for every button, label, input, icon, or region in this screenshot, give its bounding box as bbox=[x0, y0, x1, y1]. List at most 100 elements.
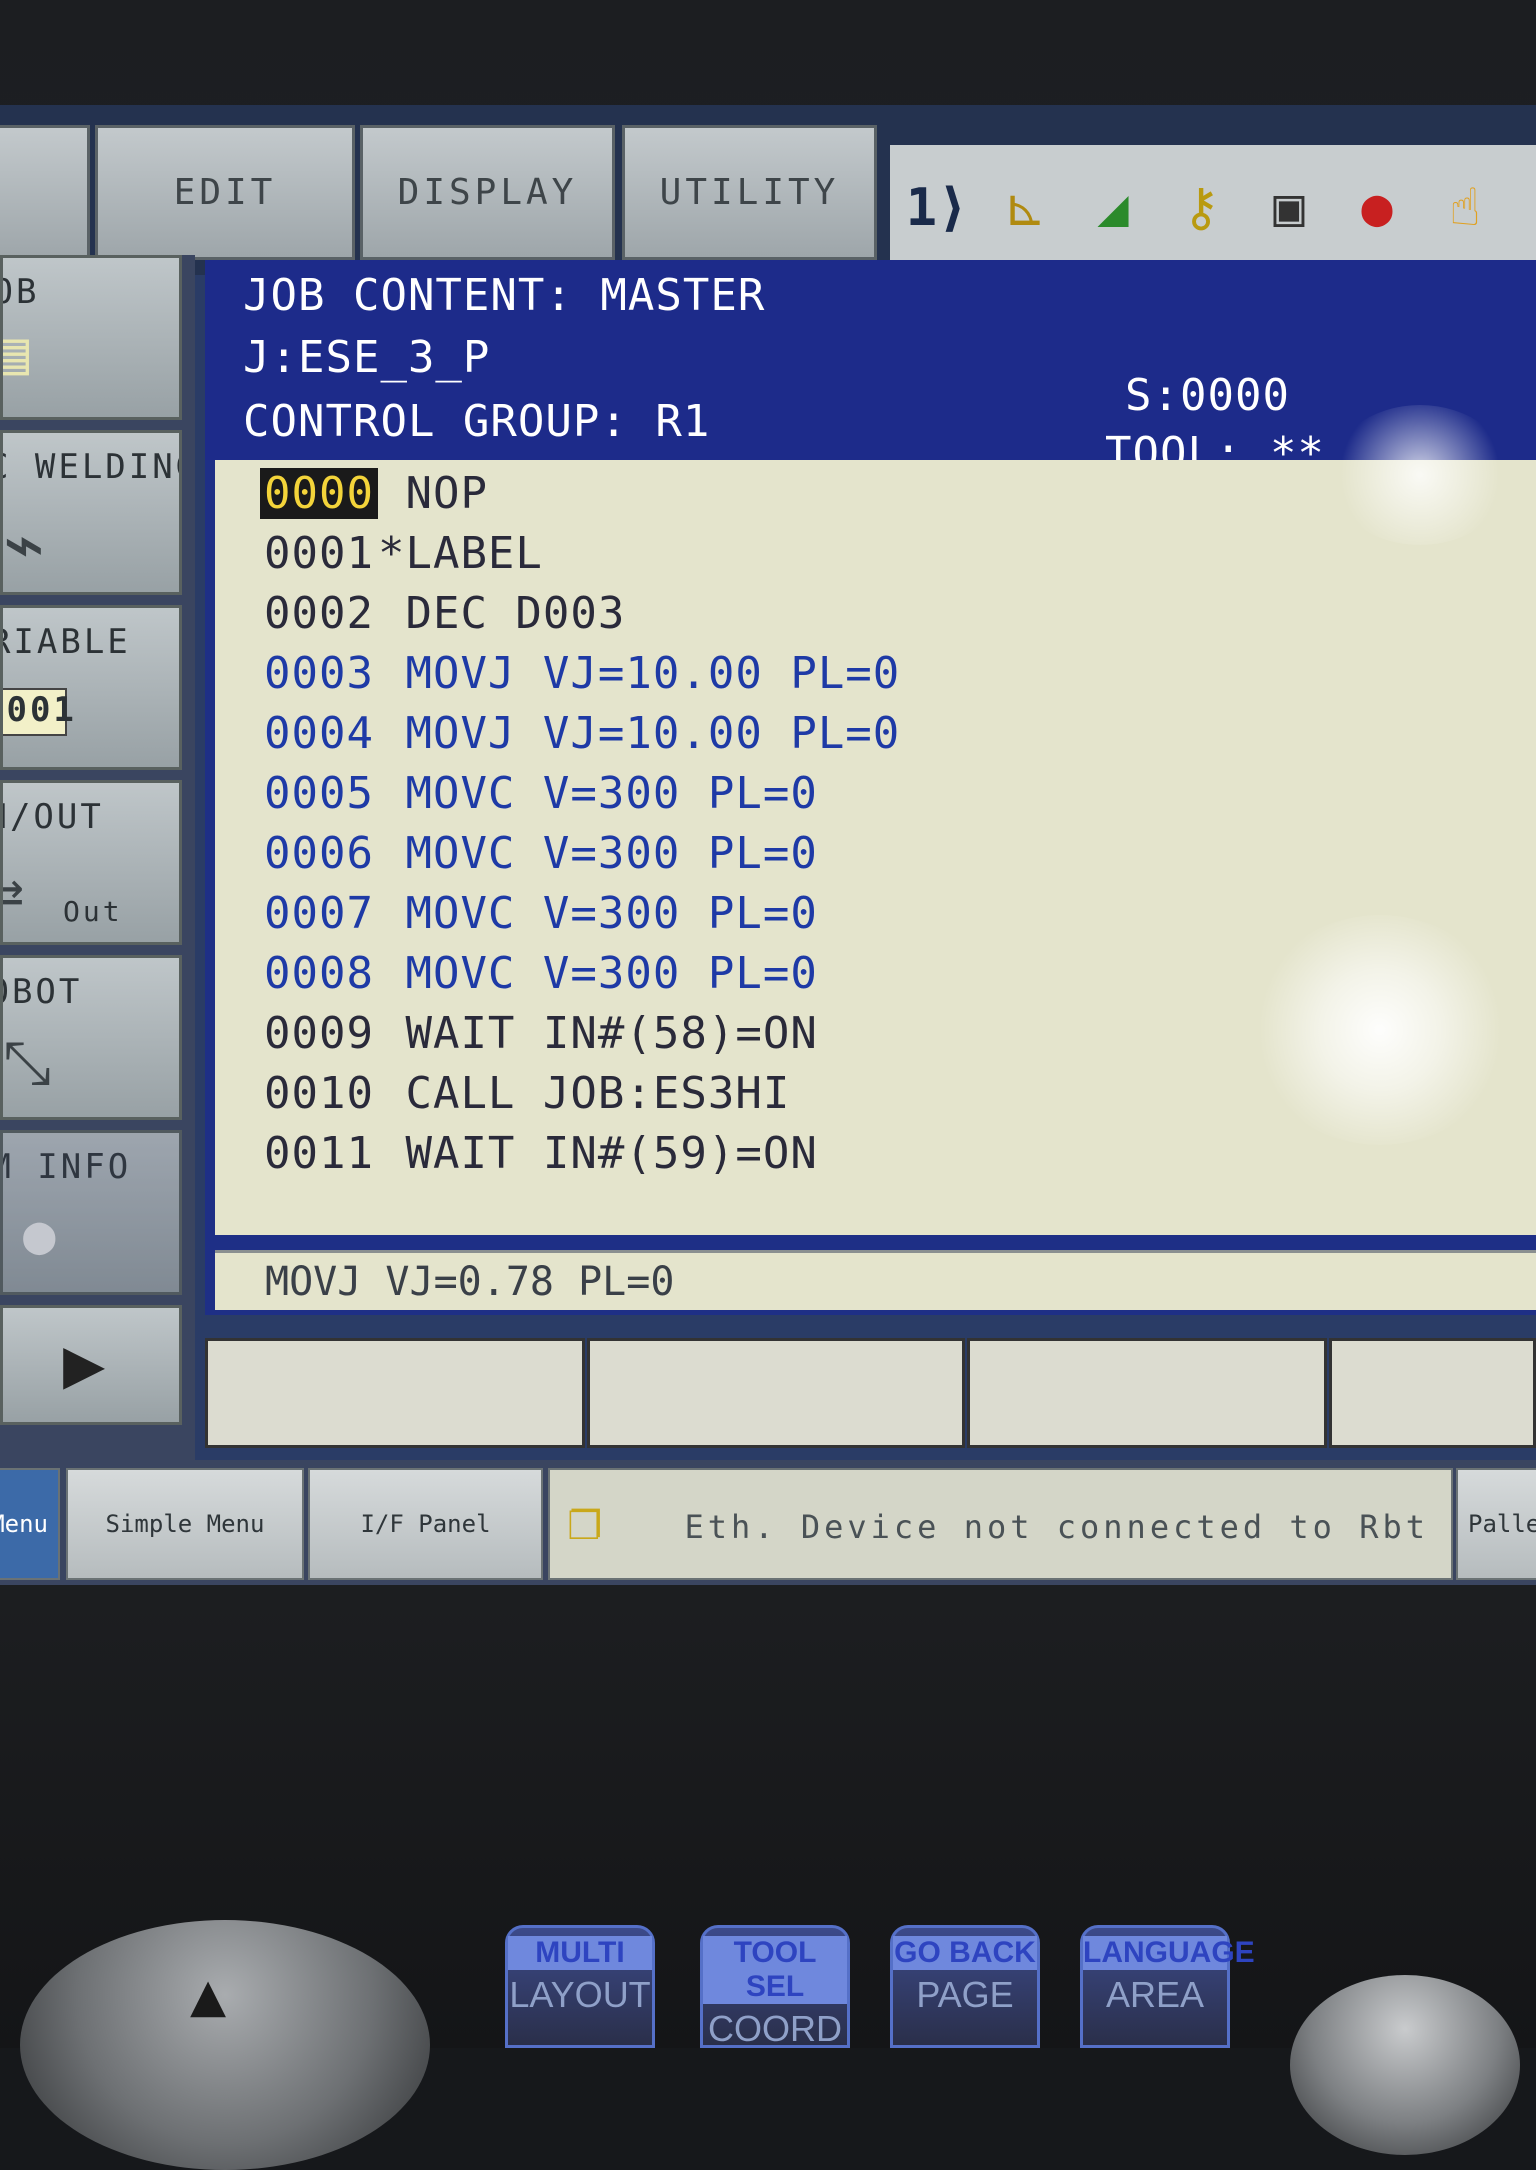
menu-variable-label: VARIABLE bbox=[3, 622, 131, 662]
function-key-2[interactable] bbox=[587, 1338, 965, 1448]
top-menu-bar: EDIT DISPLAY UTILITY 1⟩ ⊾ ◢ ⚷ ▣ ● ☝ bbox=[0, 105, 1536, 275]
menu-robot-label: ROBOT bbox=[3, 972, 83, 1012]
play-arrow-icon: ▶ bbox=[63, 1322, 109, 1404]
job-line[interactable]: 0010 CALL JOB:ES3HI bbox=[260, 1068, 790, 1124]
multi-key-top: MULTI bbox=[508, 1936, 652, 1970]
tab-display[interactable]: DISPLAY bbox=[360, 125, 615, 260]
cycle-1-icon[interactable]: 1⟩ bbox=[902, 168, 972, 248]
job-line[interactable]: 0008 MOVC V=300 PL=0 bbox=[260, 948, 818, 1004]
line-number: 0003 bbox=[264, 648, 374, 699]
main-menu-label: Main Menu bbox=[0, 1510, 48, 1538]
job-header: JOB CONTENT: MASTER J:ESE_3_P CONTROL GR… bbox=[205, 260, 1536, 479]
go-back-key-bottom: PAGE bbox=[916, 1974, 1014, 2015]
robot-arm-icon: ⤡ bbox=[3, 1028, 54, 1098]
job-line[interactable]: 0011 WAIT IN#(59)=ON bbox=[260, 1128, 818, 1184]
line-instruction: NOP bbox=[377, 468, 488, 519]
job-line[interactable]: 0007 MOVC V=300 PL=0 bbox=[260, 888, 818, 944]
info-icon: ● bbox=[23, 1203, 59, 1266]
simple-menu-button[interactable]: Simple Menu bbox=[66, 1468, 304, 1580]
message-window-icon: ❐ bbox=[568, 1488, 606, 1553]
control-group: CONTROL GROUP: R1 bbox=[243, 396, 711, 447]
line-instruction: WAIT IN#(58)=ON bbox=[377, 1008, 818, 1059]
tab-utility-label: UTILITY bbox=[659, 172, 840, 213]
pallet-button[interactable]: Pallet bbox=[1456, 1468, 1536, 1580]
job-line[interactable]: 0005 MOVC V=300 PL=0 bbox=[260, 768, 818, 824]
variable-value-box: B001 bbox=[3, 688, 74, 736]
function-key-4[interactable] bbox=[1329, 1338, 1536, 1448]
security-key-icon[interactable]: ⚷ bbox=[1166, 168, 1236, 248]
line-number: 0006 bbox=[264, 828, 374, 879]
language-key-top: LANGUAGE bbox=[1083, 1936, 1255, 1970]
language-key-bottom: AREA bbox=[1105, 1974, 1205, 2015]
line-instruction: *LABEL bbox=[377, 528, 543, 579]
simple-menu-label: Simple Menu bbox=[105, 1510, 265, 1538]
job-content-window: JOB CONTENT: MASTER J:ESE_3_P CONTROL GR… bbox=[205, 260, 1536, 1315]
tab-data-partial[interactable] bbox=[0, 125, 90, 260]
io-arrow-icon: ⇄ bbox=[3, 861, 27, 924]
job-line[interactable]: 0009 WAIT IN#(58)=ON bbox=[260, 1008, 818, 1064]
language-area-key[interactable]: LANGUAGE AREA bbox=[1080, 1925, 1255, 2048]
screen-glare bbox=[1250, 915, 1510, 1145]
job-line[interactable]: 0003 MOVJ VJ=10.00 PL=0 bbox=[260, 648, 900, 704]
tab-utility[interactable]: UTILITY bbox=[622, 125, 877, 260]
enable-button[interactable] bbox=[1290, 1975, 1520, 2155]
line-number: 0009 bbox=[264, 1008, 374, 1059]
if-panel-button[interactable]: I/F Panel bbox=[308, 1468, 543, 1580]
input-buffer-line[interactable]: MOVJ VJ=0.78 PL=0 bbox=[215, 1250, 1536, 1310]
tool-sel-key-top: TOOL SEL bbox=[703, 1936, 847, 2004]
job-line[interactable]: 0001*LABEL bbox=[260, 528, 543, 584]
message-area[interactable]: ❐ Eth. Device not connected to Rbt bbox=[548, 1468, 1453, 1580]
menu-expand-button[interactable]: ▶ bbox=[0, 1305, 182, 1425]
hand-icon[interactable]: ☝ bbox=[1430, 168, 1500, 248]
job-line[interactable]: 0004 MOVJ VJ=10.00 PL=0 bbox=[260, 708, 900, 764]
menu-system-info[interactable]: SYSTEM INFO ● bbox=[0, 1130, 182, 1295]
speed-level-icon[interactable]: ◢ bbox=[1078, 168, 1148, 248]
menu-robot[interactable]: ROBOT ⤡ bbox=[0, 955, 182, 1120]
function-key-row bbox=[205, 1330, 1536, 1460]
job-document-icon: ▤ bbox=[3, 318, 32, 388]
line-instruction: MOVC V=300 PL=0 bbox=[377, 768, 818, 819]
jog-dial[interactable]: ▲ bbox=[20, 1920, 430, 2170]
message-text: Eth. Device not connected to Rbt bbox=[684, 1508, 1429, 1546]
bottom-status-bar: Main Menu Simple Menu I/F Panel ❐ Eth. D… bbox=[0, 1460, 1536, 1585]
menu-job[interactable]: JOB ▤ bbox=[0, 255, 182, 420]
line-instruction: WAIT IN#(59)=ON bbox=[377, 1128, 818, 1179]
welding-torch-icon: ⌁ bbox=[3, 503, 49, 585]
tool-sel-key-bottom: COORD bbox=[708, 2008, 842, 2049]
stop-icon[interactable]: ● bbox=[1342, 168, 1412, 248]
up-arrow-icon: ▲ bbox=[190, 1960, 227, 2030]
job-line[interactable]: 0006 MOVC V=300 PL=0 bbox=[260, 828, 818, 884]
function-key-1[interactable] bbox=[205, 1338, 585, 1448]
line-instruction: MOVJ VJ=10.00 PL=0 bbox=[377, 708, 901, 759]
menu-job-label: JOB bbox=[3, 272, 40, 312]
line-number: 0005 bbox=[264, 768, 374, 819]
job-line[interactable]: 0000 NOP bbox=[260, 468, 488, 524]
input-buffer-text: MOVJ VJ=0.78 PL=0 bbox=[265, 1259, 675, 1305]
line-number: 0010 bbox=[264, 1068, 374, 1119]
line-number: 0001 bbox=[264, 528, 374, 579]
tool-sel-coord-key[interactable]: TOOL SEL COORD bbox=[700, 1925, 850, 2049]
line-instruction: MOVC V=300 PL=0 bbox=[377, 828, 818, 879]
screen-glare-top bbox=[1330, 405, 1510, 545]
line-number: 0007 bbox=[264, 888, 374, 939]
line-number: 0004 bbox=[264, 708, 374, 759]
line-instruction: MOVC V=300 PL=0 bbox=[377, 948, 818, 999]
menu-system-info-label: SYSTEM INFO bbox=[3, 1147, 132, 1187]
line-number: 0002 bbox=[264, 588, 374, 639]
tab-edit[interactable]: EDIT bbox=[95, 125, 355, 260]
teach-pendant-screen: EDIT DISPLAY UTILITY 1⟩ ⊾ ◢ ⚷ ▣ ● ☝ JOB … bbox=[0, 105, 1536, 1585]
coordinate-frame-icon[interactable]: ⊾ bbox=[990, 168, 1060, 248]
main-menu-button[interactable]: Main Menu bbox=[0, 1468, 60, 1580]
menu-variable[interactable]: VARIABLE B001 bbox=[0, 605, 182, 770]
job-line[interactable]: 0002 DEC D003 bbox=[260, 588, 625, 644]
menu-in-out[interactable]: IN/OUT ⇄ Out bbox=[0, 780, 182, 945]
function-key-3[interactable] bbox=[967, 1338, 1327, 1448]
multi-layout-key[interactable]: MULTI LAYOUT bbox=[505, 1925, 655, 2048]
menu-arc-welding[interactable]: ARC WELDING ⌁ bbox=[0, 430, 182, 595]
line-instruction: MOVC V=300 PL=0 bbox=[377, 888, 818, 939]
camera-mode-icon[interactable]: ▣ bbox=[1254, 168, 1324, 248]
status-icon-area: 1⟩ ⊾ ◢ ⚷ ▣ ● ☝ bbox=[890, 145, 1536, 270]
line-instruction: DEC D003 bbox=[377, 588, 626, 639]
line-instruction: CALL JOB:ES3HI bbox=[377, 1068, 791, 1119]
go-back-page-key[interactable]: GO BACK PAGE bbox=[890, 1925, 1040, 2048]
